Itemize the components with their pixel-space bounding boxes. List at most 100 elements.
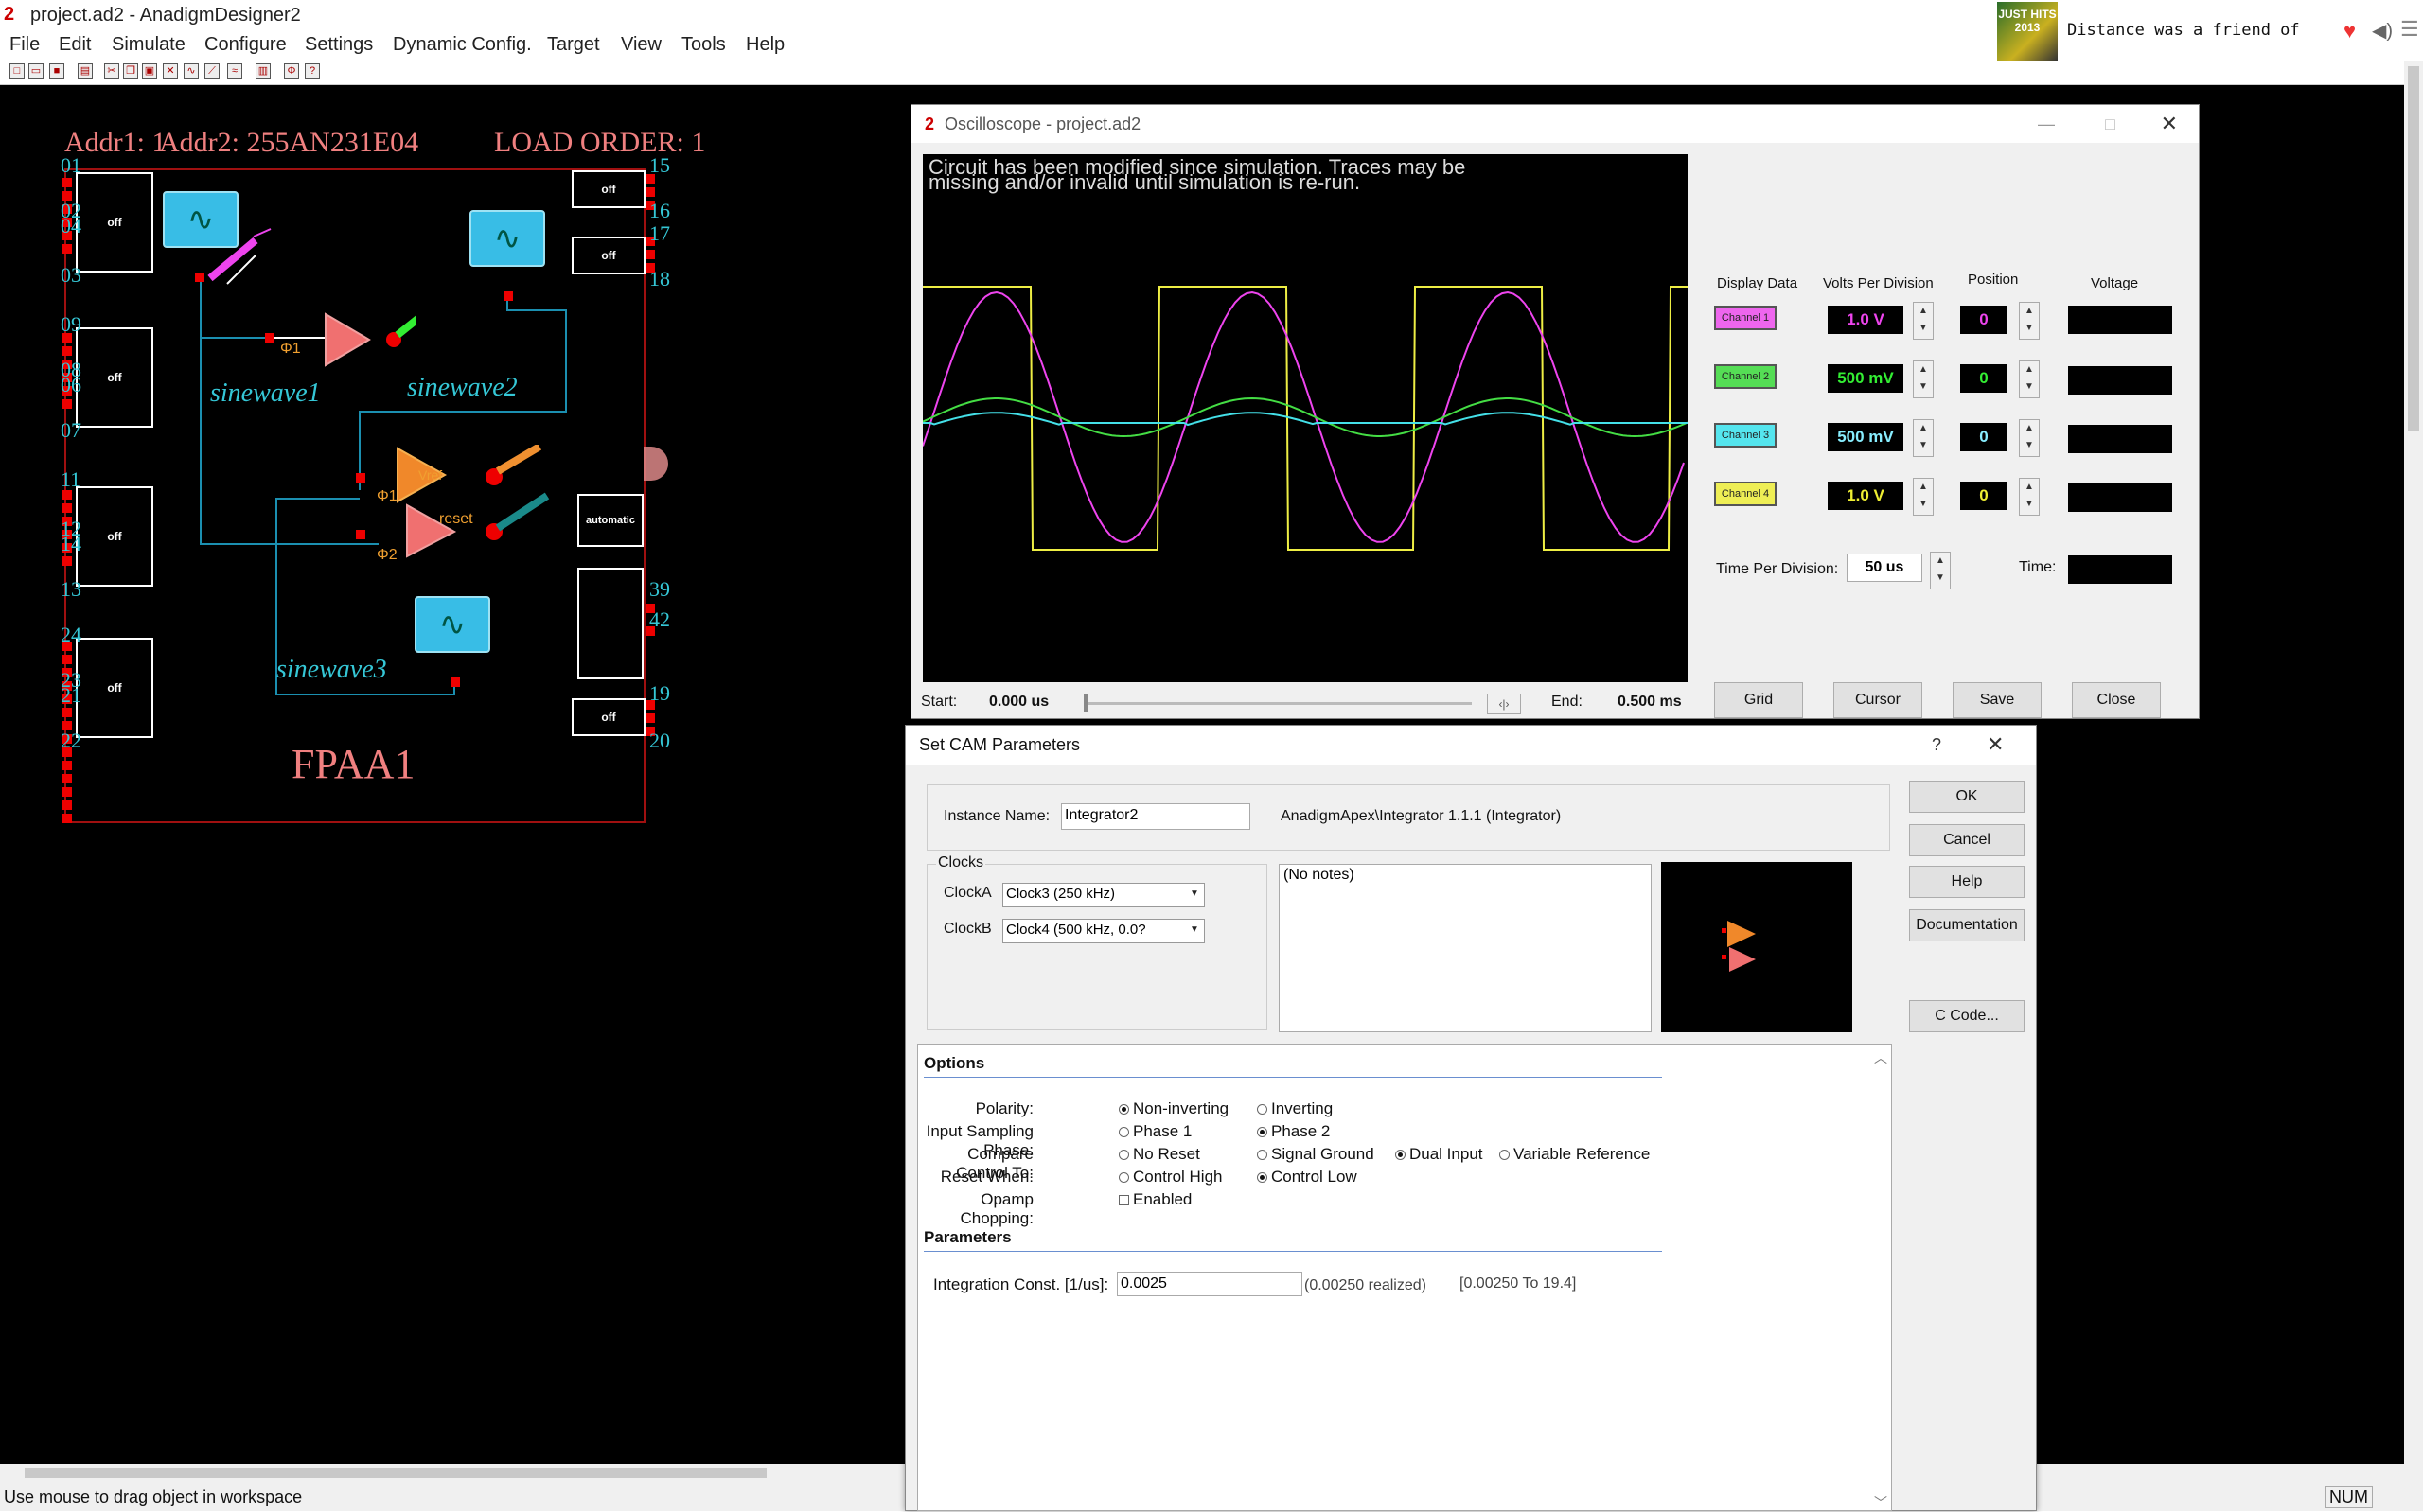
print-icon[interactable]: ▤ (78, 63, 93, 79)
clockA-select[interactable]: Clock3 (250 kHz) ▼ (1002, 883, 1205, 907)
menu-settings[interactable]: Settings (305, 34, 373, 56)
menu-file[interactable]: File (9, 34, 40, 56)
pin-pad[interactable] (646, 187, 655, 197)
maximize-button[interactable]: □ (2105, 105, 2115, 143)
new-file-icon[interactable]: □ (9, 63, 25, 79)
dialog-close-button[interactable]: ✕ (1987, 726, 2004, 764)
simulate-icon[interactable]: ≈ (227, 63, 242, 79)
channel-3-position-spinner[interactable]: ▲ ▼ (2019, 419, 2040, 457)
clockB-select[interactable]: Clock4 (500 kHz, 0.0? ▼ (1002, 919, 1205, 943)
documentation-button[interactable]: Documentation (1909, 909, 2025, 941)
sinewave2-block[interactable]: ∿ (469, 210, 545, 267)
options-scroll-down-icon[interactable]: ﹀ (1872, 1493, 1889, 1510)
save-button[interactable]: Save (1953, 682, 2042, 718)
close-button[interactable]: Close (2072, 682, 2161, 718)
time-slider-track[interactable] (1084, 702, 1472, 705)
chip-icon[interactable]: Φ (284, 63, 299, 79)
wire-icon[interactable]: ∿ (184, 63, 199, 79)
channel-4-vpd-spinner[interactable]: ▲ ▼ (1913, 478, 1934, 516)
checkbox-enabled[interactable]: Enabled (1119, 1190, 1192, 1209)
radio-dual-input[interactable]: Dual Input (1395, 1145, 1483, 1164)
pin-pad[interactable] (62, 761, 72, 770)
io-cell-right-2[interactable]: off (572, 237, 646, 274)
radio-no-reset[interactable]: No Reset (1119, 1145, 1200, 1164)
cut-icon[interactable]: ✂ (104, 63, 119, 79)
menu-help[interactable]: Help (746, 34, 785, 56)
pin-pad[interactable] (646, 250, 655, 259)
menu-edit[interactable]: Edit (59, 34, 91, 56)
paste-icon[interactable]: ▣ (142, 63, 157, 79)
radio-signal-ground[interactable]: Signal Ground (1257, 1145, 1374, 1164)
io-cell-left-3[interactable]: off (76, 486, 153, 587)
time-scroll-buttons[interactable]: ‹|› (1487, 694, 1521, 714)
fpaa-chip[interactable]: Addr1: 1 Addr2: 255AN231E04 LOAD ORDER: … (0, 85, 719, 823)
block-port[interactable] (504, 291, 513, 301)
oscilloscope-window[interactable]: 2 Oscilloscope - project.ad2 — □ ✕ Circu… (911, 104, 2200, 719)
scope-display[interactable]: Circuit has been modified since simulati… (923, 154, 1688, 682)
pin-pad[interactable] (62, 787, 72, 797)
probe-icon[interactable]: ⟋ (204, 63, 220, 79)
radio-variable-reference[interactable]: Variable Reference (1499, 1145, 1650, 1164)
menu-simulate[interactable]: Simulate (112, 34, 186, 56)
notes-box[interactable]: (No notes) (1279, 864, 1652, 1032)
pin-pad[interactable] (62, 178, 72, 187)
c-code-button[interactable]: C Code... (1909, 1000, 2025, 1032)
integration-const-input[interactable]: 0.0025 (1117, 1272, 1302, 1296)
radio-control-low[interactable]: Control Low (1257, 1168, 1357, 1187)
io-cell-left-2[interactable]: off (76, 327, 153, 428)
pin-pad[interactable] (62, 503, 72, 513)
dialog-help-button[interactable]: ? (1932, 726, 1941, 764)
io-cell-right-1[interactable]: off (572, 170, 646, 208)
time-per-division-spinner[interactable]: ▲ ▼ (1930, 552, 1951, 589)
block-port[interactable] (451, 677, 460, 687)
pin-pad[interactable] (62, 814, 72, 823)
close-window-button[interactable]: ✕ (2161, 105, 2178, 143)
vertical-scroll-thumb[interactable] (2408, 66, 2419, 431)
menu-tools[interactable]: Tools (681, 34, 726, 56)
channel-3-button[interactable]: Channel 3 (1714, 423, 1777, 448)
playlist-icon[interactable]: ☰ (2400, 17, 2419, 42)
channel-4-button[interactable]: Channel 4 (1714, 482, 1777, 506)
copy-icon[interactable]: ❐ (123, 63, 138, 79)
menu-dynamic-config[interactable]: Dynamic Config. (393, 34, 532, 56)
cursor-button[interactable]: Cursor (1833, 682, 1922, 718)
options-scroll-up-icon[interactable]: ︿ (1872, 1048, 1889, 1065)
block-port[interactable] (195, 273, 204, 282)
pin-pad[interactable] (646, 713, 655, 723)
volume-icon[interactable]: ◀) (2372, 19, 2393, 43)
channel-2-button[interactable]: Channel 2 (1714, 364, 1777, 389)
like-heart-icon[interactable]: ♥ (2343, 19, 2356, 44)
chevron-down-icon[interactable]: ▼ (1187, 922, 1202, 939)
minimize-button[interactable]: — (2038, 105, 2055, 143)
save-icon[interactable]: ■ (49, 63, 64, 79)
menu-configure[interactable]: Configure (204, 34, 287, 56)
pin-pad[interactable] (62, 774, 72, 783)
ok-button[interactable]: OK (1909, 781, 2025, 813)
help-button[interactable]: Help (1909, 866, 2025, 898)
sinewave3-block[interactable]: ∿ (415, 596, 490, 653)
radio-inverting[interactable]: Inverting (1257, 1099, 1333, 1118)
menu-target[interactable]: Target (547, 34, 600, 56)
horizontal-scroll-thumb[interactable] (25, 1468, 767, 1478)
chevron-down-icon[interactable]: ▼ (1187, 886, 1202, 903)
configure-icon[interactable]: ▥ (256, 63, 271, 79)
time-slider-thumb[interactable] (1084, 694, 1088, 712)
channel-3-vpd-spinner[interactable]: ▲ ▼ (1913, 419, 1934, 457)
io-cell-left-1[interactable]: off (76, 172, 153, 273)
pin-pad[interactable] (62, 800, 72, 810)
pin-pad[interactable] (62, 556, 72, 566)
io-cell-right-3[interactable] (577, 568, 644, 679)
pin-pad[interactable] (62, 708, 72, 717)
cancel-button[interactable]: Cancel (1909, 824, 2025, 856)
io-cell-left-4[interactable]: off (76, 638, 153, 738)
instance-name-input[interactable]: Integrator2 (1061, 803, 1250, 830)
channel-2-vpd-spinner[interactable]: ▲ ▼ (1913, 360, 1934, 398)
time-per-division-value[interactable]: 50 us (1847, 554, 1922, 582)
grid-button[interactable]: Grid (1714, 682, 1803, 718)
channel-1-vpd-spinner[interactable]: ▲ ▼ (1913, 302, 1934, 340)
radio-phase-2[interactable]: Phase 2 (1257, 1122, 1330, 1141)
pin-pad[interactable] (62, 346, 72, 356)
channel-1-position-spinner[interactable]: ▲ ▼ (2019, 302, 2040, 340)
io-cell-right-4[interactable]: off (572, 698, 646, 736)
channel-1-button[interactable]: Channel 1 (1714, 306, 1777, 330)
